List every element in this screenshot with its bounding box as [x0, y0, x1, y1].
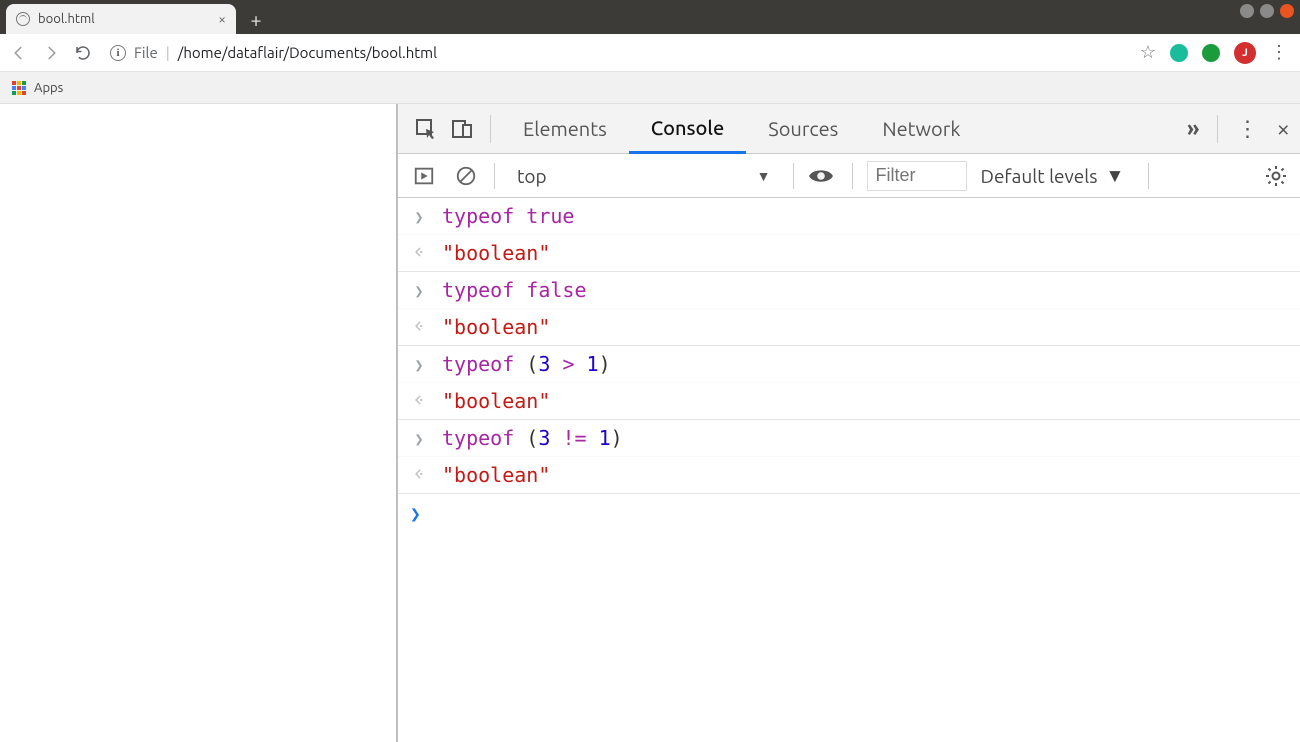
- console-prompt-input[interactable]: [435, 502, 1288, 526]
- device-icon: [450, 117, 474, 141]
- console-input-row: ❯ typeof false: [398, 272, 1300, 309]
- devtools-right-controls: » ⋮ ×: [1187, 115, 1290, 143]
- devtools-close-icon[interactable]: ×: [1276, 115, 1290, 142]
- inspect-element-button[interactable]: [408, 111, 444, 147]
- separator: [490, 115, 491, 143]
- apps-label[interactable]: Apps: [34, 81, 63, 95]
- inspect-cursor-icon: [414, 117, 438, 141]
- console-output-value: "boolean": [442, 389, 550, 413]
- separator: [1217, 115, 1218, 143]
- tab-elements[interactable]: Elements: [501, 104, 629, 154]
- console-input-row: ❯ typeof (3 != 1): [398, 420, 1300, 457]
- console-output-value: "boolean": [442, 241, 550, 265]
- input-chevron-icon: ❯: [410, 204, 428, 226]
- console-output-row: "boolean": [398, 309, 1300, 346]
- separator: [852, 163, 853, 189]
- console-output-value: "boolean": [442, 315, 550, 339]
- prompt-chevron-icon: ❯: [410, 504, 421, 525]
- console-settings-button[interactable]: [1264, 164, 1288, 188]
- profile-avatar[interactable]: J: [1234, 42, 1256, 64]
- clear-console-button[interactable]: [452, 162, 480, 190]
- eye-icon: [808, 166, 834, 186]
- devtools-panel: Elements Console Sources Network » ⋮ ×: [398, 104, 1300, 742]
- address-bar[interactable]: i File | /home/dataflair/Documents/bool.…: [104, 39, 1130, 67]
- apps-grid-icon[interactable]: [12, 81, 26, 95]
- input-chevron-icon: ❯: [410, 278, 428, 300]
- separator: [793, 163, 794, 189]
- console-input-code: typeof (3 != 1): [442, 426, 623, 450]
- console-toolbar: top ▼ Default levels ▼: [398, 154, 1300, 198]
- dropdown-caret-icon: ▼: [1105, 164, 1124, 188]
- console-output-value: "boolean": [442, 463, 550, 487]
- console-input-row: ❯ typeof (3 > 1): [398, 346, 1300, 383]
- console-prompt[interactable]: ❯: [398, 494, 1300, 534]
- console-input-code: typeof true: [442, 204, 574, 228]
- clear-icon: [455, 165, 477, 187]
- page-viewport: [0, 104, 398, 742]
- toggle-console-sidebar-button[interactable]: [410, 162, 438, 190]
- more-tabs-icon[interactable]: »: [1187, 116, 1199, 141]
- sidebar-play-icon: [413, 165, 435, 187]
- extension-grammarly-icon[interactable]: [1170, 44, 1188, 62]
- bookmark-star-icon[interactable]: ☆: [1140, 42, 1156, 63]
- favicon-globe-icon: [16, 12, 30, 26]
- output-return-icon: [410, 463, 428, 481]
- separator: [1148, 163, 1149, 189]
- device-toolbar-button[interactable]: [444, 111, 480, 147]
- output-return-icon: [410, 315, 428, 333]
- window-maximize-button[interactable]: [1260, 4, 1274, 18]
- devtools-menu-icon[interactable]: ⋮: [1236, 116, 1258, 142]
- devtools-tab-bar: Elements Console Sources Network » ⋮ ×: [398, 104, 1300, 154]
- reload-button[interactable]: [72, 42, 94, 64]
- extension-green-icon[interactable]: [1202, 44, 1220, 62]
- live-expression-button[interactable]: [808, 166, 838, 186]
- tab-console[interactable]: Console: [629, 104, 746, 154]
- site-info-icon[interactable]: i: [110, 45, 126, 61]
- console-output-row: "boolean": [398, 235, 1300, 272]
- new-tab-button[interactable]: +: [242, 5, 270, 33]
- content-area: Elements Console Sources Network » ⋮ ×: [0, 104, 1300, 742]
- url-separator: |: [166, 44, 170, 61]
- arrow-right-icon: [42, 44, 60, 62]
- console-output-row: "boolean": [398, 457, 1300, 494]
- url-path: /home/dataflair/Documents/bool.html: [178, 44, 437, 61]
- browser-menu-icon[interactable]: ⋮: [1270, 42, 1288, 63]
- arrow-left-icon: [10, 44, 28, 62]
- console-body[interactable]: ❯ typeof true "boolean" ❯ typeof false "boole…: [398, 198, 1300, 742]
- input-chevron-icon: ❯: [410, 352, 428, 374]
- gear-icon: [1264, 164, 1288, 188]
- window-controls: [1240, 4, 1294, 18]
- browser-tab[interactable]: bool.html ×: [6, 4, 236, 34]
- url-scheme-label: File: [134, 44, 158, 61]
- console-filter-input[interactable]: [867, 161, 967, 191]
- output-return-icon: [410, 241, 428, 259]
- window-close-button[interactable]: [1280, 4, 1294, 18]
- console-input-code: typeof (3 > 1): [442, 352, 611, 376]
- input-chevron-icon: ❯: [410, 426, 428, 448]
- output-return-icon: [410, 389, 428, 407]
- execution-context-select[interactable]: top ▼: [509, 163, 779, 189]
- tab-strip: bool.html × +: [0, 0, 270, 34]
- console-input-code: typeof false: [442, 278, 587, 302]
- window-minimize-button[interactable]: [1240, 4, 1254, 18]
- reload-icon: [74, 44, 92, 62]
- levels-label: Default levels: [981, 165, 1098, 187]
- back-button[interactable]: [8, 42, 30, 64]
- toolbar-right: ☆ J ⋮: [1140, 42, 1292, 64]
- console-output-row: "boolean": [398, 383, 1300, 420]
- tab-sources[interactable]: Sources: [746, 104, 860, 154]
- context-label: top: [517, 165, 547, 187]
- browser-toolbar: i File | /home/dataflair/Documents/bool.…: [0, 34, 1300, 72]
- bookmarks-bar: Apps: [0, 72, 1300, 104]
- console-input-row: ❯ typeof true: [398, 198, 1300, 235]
- separator: [494, 163, 495, 189]
- tab-close-icon[interactable]: ×: [218, 11, 226, 27]
- log-levels-select[interactable]: Default levels ▼: [981, 164, 1125, 188]
- tab-title: bool.html: [38, 12, 95, 26]
- dropdown-caret-icon: ▼: [757, 168, 771, 184]
- tab-network[interactable]: Network: [860, 104, 982, 154]
- forward-button[interactable]: [40, 42, 62, 64]
